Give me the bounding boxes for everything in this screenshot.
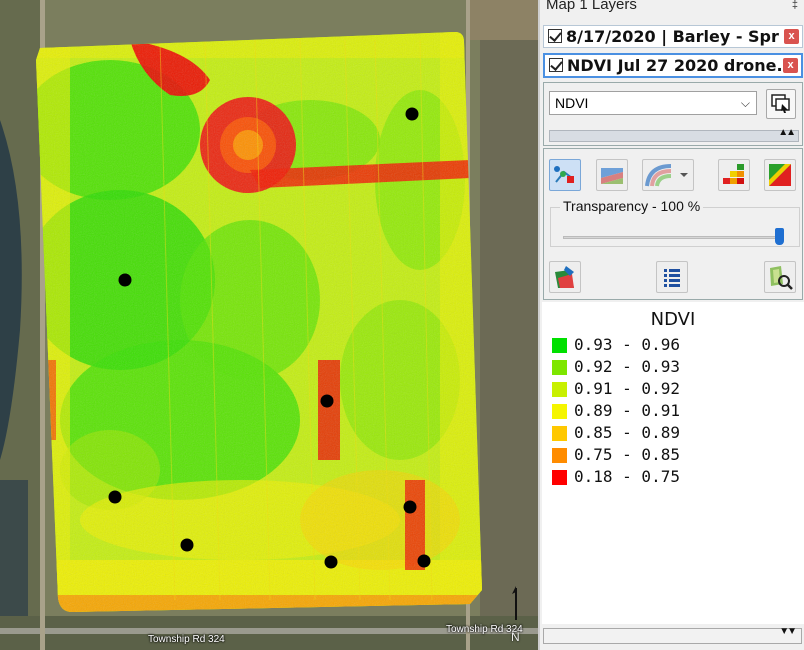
legend-swatch xyxy=(552,382,567,397)
expand-down-icon: ▼▼ xyxy=(779,626,797,637)
zoom-to-layer-button[interactable] xyxy=(764,261,796,293)
sample-point[interactable] xyxy=(417,554,431,568)
contour-icon xyxy=(645,164,688,187)
copy-layer-button[interactable] xyxy=(766,89,796,119)
points-icon xyxy=(554,166,574,183)
ndvi-map-canvas[interactable] xyxy=(0,0,538,650)
legend-swatch xyxy=(552,448,567,463)
north-label: N xyxy=(511,630,520,644)
transparency-label: Transparency - 100 % xyxy=(560,198,704,214)
transparency-slider[interactable] xyxy=(563,236,779,239)
layer-row-ndvi[interactable]: NDVI Jul 27 2020 drone. x xyxy=(543,53,803,78)
close-icon[interactable]: x xyxy=(783,58,798,73)
panel-title: Map 1 Layers xyxy=(546,0,637,13)
layer-row-barley[interactable]: 8/17/2020 | Barley - Spr x xyxy=(543,25,803,48)
contour-style-button[interactable] xyxy=(642,159,694,191)
legend-label: 0.92 - 0.93 xyxy=(574,357,680,376)
legend-label: 0.91 - 0.92 xyxy=(574,379,680,398)
legend: NDVI 0.93 - 0.96 0.92 - 0.93 0.91 - 0.92… xyxy=(542,302,804,624)
legend-swatch xyxy=(552,470,567,485)
sample-point[interactable] xyxy=(403,500,417,514)
layer-label: 8/17/2020 | Barley - Spr xyxy=(566,27,779,46)
layer-style-icon xyxy=(601,168,623,184)
legend-label: 0.18 - 0.75 xyxy=(574,467,680,486)
north-arrow-icon xyxy=(512,586,517,620)
legend-label: 0.93 - 0.96 xyxy=(574,335,680,354)
expand-bar[interactable]: ▼▼ xyxy=(543,626,802,644)
map-view[interactable]: Township Rd 324 Township Rd 324 N xyxy=(0,0,538,650)
list-icon xyxy=(664,269,680,287)
sample-point[interactable] xyxy=(320,394,334,408)
layer-visibility-checkbox[interactable] xyxy=(548,29,562,43)
layer-style-button[interactable] xyxy=(596,159,628,191)
legend-label: 0.75 - 0.85 xyxy=(574,445,680,464)
pin-icon[interactable]: ‡ xyxy=(792,0,798,11)
legend-title: NDVI xyxy=(650,309,696,330)
layers-panel: Map 1 Layers ‡ 8/17/2020 | Barley - Spr … xyxy=(538,0,804,650)
grid-classes-button[interactable] xyxy=(718,159,750,191)
grid-classes-icon xyxy=(723,164,744,184)
chevron-down-icon: ⌵ xyxy=(740,96,750,110)
sample-point[interactable] xyxy=(108,490,122,504)
legend-swatch xyxy=(552,360,567,375)
layer-visibility-checkbox[interactable] xyxy=(549,58,563,72)
attribute-dropdown-value: NDVI xyxy=(555,95,589,111)
collapse-bar[interactable]: ▲▲ xyxy=(549,127,799,142)
color-ramp-icon xyxy=(769,164,791,186)
legend-swatch xyxy=(552,338,567,353)
transparency-slider-thumb[interactable] xyxy=(774,228,784,245)
copy-layer-icon xyxy=(771,94,790,113)
close-icon[interactable]: x xyxy=(784,29,799,44)
sample-point[interactable] xyxy=(118,273,132,287)
legend-label: 0.85 - 0.89 xyxy=(574,423,680,442)
paint-layer-button[interactable] xyxy=(549,261,581,293)
sample-point[interactable] xyxy=(324,555,338,569)
points-style-button[interactable] xyxy=(549,159,581,191)
style-tools-section: Transparency - 100 % xyxy=(543,148,803,300)
legend-swatch xyxy=(552,426,567,441)
sample-point[interactable] xyxy=(405,107,419,121)
legend-label: 0.89 - 0.91 xyxy=(574,401,680,420)
layer-label: NDVI Jul 27 2020 drone. xyxy=(567,56,783,75)
transparency-group: Transparency - 100 % xyxy=(550,198,800,247)
road-label: Township Rd 324 xyxy=(148,634,225,645)
sample-point[interactable] xyxy=(180,538,194,552)
legend-list-button[interactable] xyxy=(656,261,688,293)
collapse-up-icon: ▲▲ xyxy=(778,127,796,138)
legend-swatch xyxy=(552,404,567,419)
color-ramp-button[interactable] xyxy=(764,159,796,191)
attribute-dropdown[interactable]: NDVI ⌵ xyxy=(549,91,757,115)
zoom-layer-icon xyxy=(770,266,793,290)
paint-layer-icon xyxy=(555,266,574,288)
attribute-section: NDVI ⌵ ▲▲ xyxy=(543,82,803,146)
